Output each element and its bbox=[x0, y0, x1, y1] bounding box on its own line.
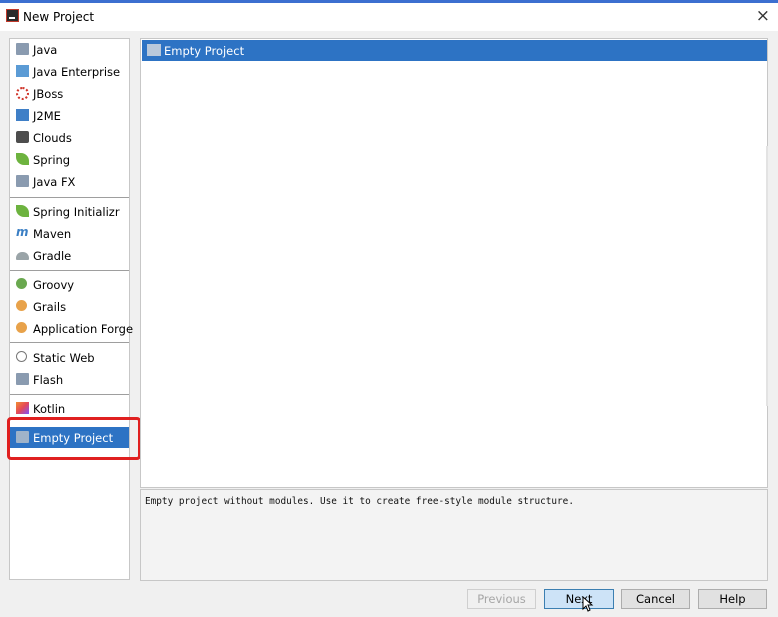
spring-initializr-icon bbox=[16, 205, 29, 217]
sidebar-item-label: Spring bbox=[33, 153, 71, 167]
sidebar-item-label: Spring Initializr bbox=[33, 205, 120, 219]
sidebar-item-spring-initializr[interactable]: Spring Initializr bbox=[10, 201, 129, 222]
sidebar-item-label: Maven bbox=[33, 227, 72, 241]
sidebar-item-label: Flash bbox=[33, 373, 64, 387]
sidebar-item-jboss[interactable]: JBoss bbox=[10, 83, 129, 104]
sidebar-item-spring[interactable]: Spring bbox=[10, 149, 129, 170]
sidebar-item-label: Static Web bbox=[33, 351, 95, 365]
sidebar-item-label: Application Forge bbox=[33, 322, 134, 336]
list-item-empty-project[interactable]: Empty Project bbox=[142, 40, 767, 61]
sidebar-item-label: Java bbox=[33, 43, 58, 57]
folder-icon bbox=[16, 175, 29, 187]
sidebar-item-flash[interactable]: Flash bbox=[10, 369, 129, 390]
sidebar-item-clouds[interactable]: Clouds bbox=[10, 127, 129, 148]
application-forge-icon bbox=[16, 322, 27, 333]
sidebar-item-maven[interactable]: m Maven bbox=[10, 223, 129, 244]
static-web-icon bbox=[16, 351, 27, 362]
groovy-icon bbox=[16, 278, 27, 289]
java-enterprise-icon bbox=[16, 65, 29, 77]
sidebar-item-kotlin[interactable]: Kotlin bbox=[10, 398, 129, 419]
sidebar-item-label: Grails bbox=[33, 300, 67, 314]
sidebar-item-label: JBoss bbox=[33, 87, 64, 101]
sidebar-item-java-enterprise[interactable]: Java Enterprise bbox=[10, 61, 129, 82]
sidebar-item-j2me[interactable]: J2ME bbox=[10, 105, 129, 126]
sidebar-item-label: Java Enterprise bbox=[33, 65, 121, 79]
group-divider bbox=[10, 270, 129, 271]
annotation-highlight-box bbox=[7, 417, 141, 460]
group-divider bbox=[10, 197, 129, 198]
window-title: New Project bbox=[23, 10, 95, 24]
flash-icon bbox=[16, 373, 29, 385]
project-template-list: Empty Project bbox=[140, 38, 768, 488]
next-button[interactable]: Next bbox=[544, 589, 614, 609]
sidebar-item-label: Java FX bbox=[33, 175, 76, 189]
sidebar-item-groovy[interactable]: Groovy bbox=[10, 274, 129, 295]
sidebar-item-label: Clouds bbox=[33, 131, 72, 145]
list-item-label: Empty Project bbox=[164, 44, 245, 58]
grails-icon bbox=[16, 300, 27, 311]
previous-button[interactable]: Previous bbox=[467, 589, 536, 609]
sidebar-item-java-fx[interactable]: Java FX bbox=[10, 171, 129, 192]
sidebar-item-label: Gradle bbox=[33, 249, 72, 263]
gradle-icon bbox=[16, 252, 29, 260]
spring-icon bbox=[16, 153, 29, 165]
j2me-icon bbox=[16, 109, 29, 121]
sidebar-item-application-forge[interactable]: Application Forge bbox=[10, 318, 133, 339]
help-button[interactable]: Help bbox=[698, 589, 767, 609]
close-icon[interactable]: × bbox=[756, 6, 770, 26]
cancel-button[interactable]: Cancel bbox=[621, 589, 690, 609]
scrollbar-track[interactable] bbox=[766, 146, 768, 406]
group-divider bbox=[10, 342, 129, 343]
sidebar-item-static-web[interactable]: Static Web bbox=[10, 347, 129, 368]
sidebar-item-gradle[interactable]: Gradle bbox=[10, 245, 129, 266]
jboss-icon bbox=[16, 87, 29, 100]
title-bar: New Project × bbox=[0, 3, 778, 31]
project-description: Empty project without modules. Use it to… bbox=[145, 496, 574, 507]
maven-icon: m bbox=[16, 225, 29, 239]
description-panel: Empty project without modules. Use it to… bbox=[140, 489, 768, 581]
project-type-list: Java Java Enterprise JBoss J2ME Clouds S… bbox=[9, 38, 133, 580]
sidebar-item-java[interactable]: Java bbox=[10, 39, 129, 60]
kotlin-icon bbox=[16, 402, 29, 414]
group-divider bbox=[10, 394, 129, 395]
sidebar-item-label: Groovy bbox=[33, 278, 75, 292]
sidebar-item-label: Kotlin bbox=[33, 402, 66, 416]
clouds-icon bbox=[16, 131, 29, 143]
sidebar-item-grails[interactable]: Grails bbox=[10, 296, 129, 317]
mouse-cursor-icon bbox=[582, 596, 594, 612]
intellij-app-icon bbox=[6, 9, 19, 22]
folder-icon bbox=[16, 43, 29, 55]
folder-icon bbox=[147, 44, 161, 56]
sidebar-item-label: J2ME bbox=[33, 109, 61, 123]
